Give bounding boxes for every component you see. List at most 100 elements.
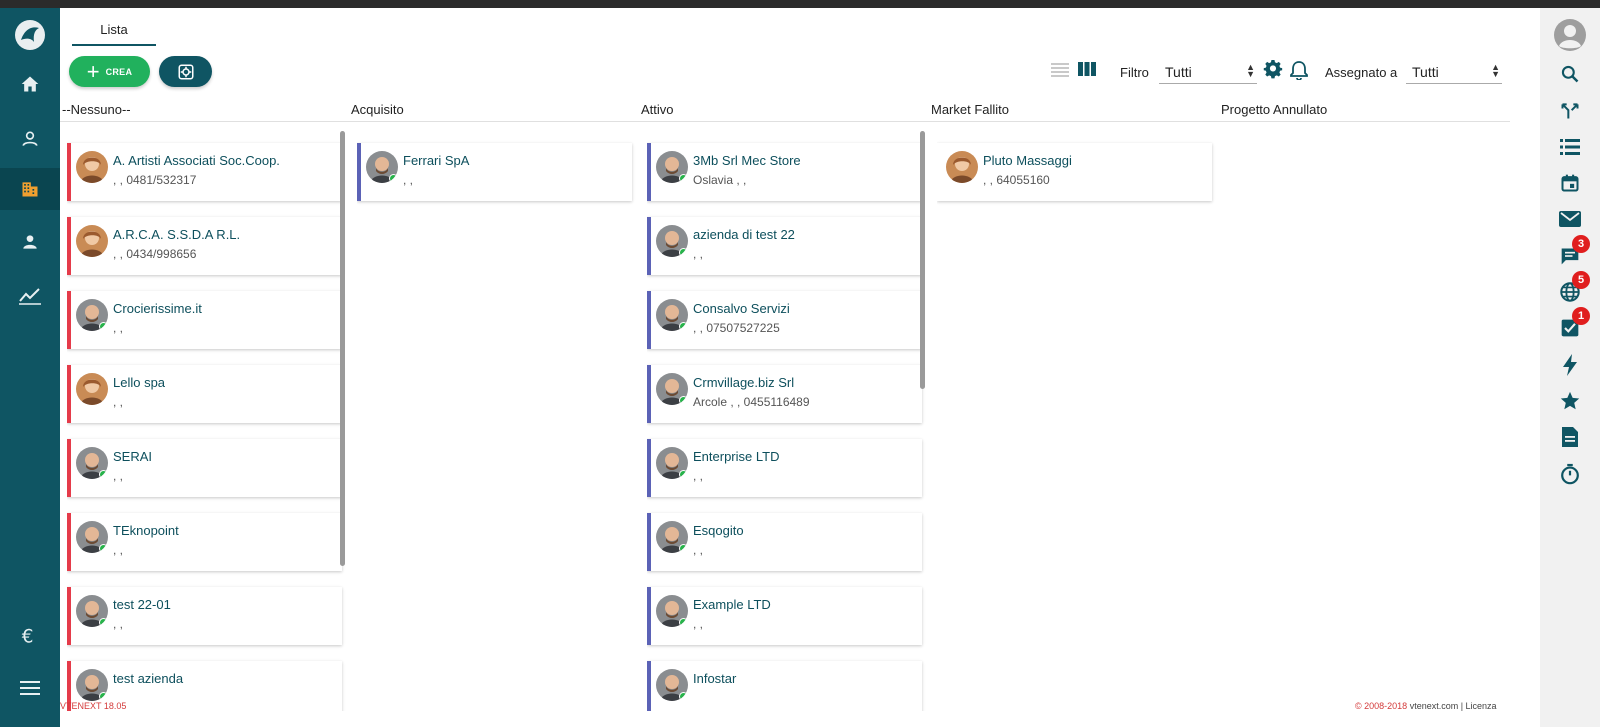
- menu-icon[interactable]: [0, 667, 60, 709]
- list-item[interactable]: Crmvillage.biz Srl Arcole , , 0455116489: [647, 365, 922, 423]
- column-scrollbar[interactable]: [340, 131, 345, 566]
- building-icon[interactable]: [0, 168, 60, 210]
- merge-icon[interactable]: [1540, 96, 1600, 126]
- star-icon[interactable]: [1540, 386, 1600, 416]
- card-details: , ,: [113, 469, 124, 483]
- globe-icon[interactable]: 5: [1540, 271, 1600, 307]
- card-name: azienda di test 22: [693, 227, 795, 242]
- search-icon[interactable]: [1540, 59, 1600, 89]
- list-item[interactable]: Crocierissime.it , ,: [67, 291, 342, 349]
- left-sidebar: €: [0, 8, 60, 727]
- column-header-market-fallito: Market Fallito: [931, 102, 1010, 117]
- user-outline-icon[interactable]: [0, 118, 60, 160]
- avatar: [946, 151, 978, 183]
- gear-icon[interactable]: [1263, 60, 1283, 85]
- list-item[interactable]: 3Mb Srl Mec Store Oslavia , ,: [647, 143, 922, 201]
- settings-button[interactable]: [159, 56, 212, 87]
- timer-icon[interactable]: [1540, 459, 1600, 489]
- assigned-label: Assegnato a: [1325, 65, 1398, 80]
- avatar: [656, 447, 688, 479]
- card-name: 3Mb Srl Mec Store: [693, 153, 801, 168]
- calendar-icon[interactable]: [1540, 168, 1600, 198]
- assigned-select-value: Tutti: [1412, 64, 1439, 80]
- task-check-icon[interactable]: 1: [1540, 307, 1600, 343]
- home-icon[interactable]: [0, 63, 60, 105]
- column-header-nessuno: --Nessuno--: [62, 102, 131, 117]
- mail-icon[interactable]: [1540, 204, 1600, 234]
- chat-badge: 3: [1572, 235, 1590, 253]
- list-item[interactable]: A. Artisti Associati Soc.Coop. , , 0481/…: [67, 143, 342, 201]
- person-icon[interactable]: [0, 221, 60, 263]
- assigned-select[interactable]: Tutti ▲ ▼: [1406, 60, 1502, 84]
- card-name: Lello spa: [113, 375, 166, 390]
- right-sidebar: 3 5 1: [1540, 8, 1600, 727]
- avatar: [76, 521, 108, 553]
- card-details: Arcole , , 0455116489: [693, 395, 810, 409]
- card-details: , ,: [693, 617, 704, 631]
- filter-select[interactable]: Tutti ▲ ▼: [1159, 60, 1257, 84]
- card-name: TEknopoint: [113, 523, 179, 538]
- select-arrows-icon: ▲ ▼: [1491, 62, 1500, 79]
- window-top-strip: [0, 0, 1600, 8]
- avatar: [76, 299, 108, 331]
- card-name: Infostar: [693, 671, 737, 686]
- card-details: Oslavia , ,: [693, 173, 747, 187]
- column-acquisito: Ferrari SpA , ,: [357, 131, 637, 711]
- column-header-progetto-annullato: Progetto Annullato: [1221, 102, 1328, 117]
- bolt-icon[interactable]: [1540, 350, 1600, 380]
- card-details: , ,: [693, 543, 704, 557]
- select-arrows-icon: ▲ ▼: [1246, 62, 1255, 79]
- list-item[interactable]: Infostar: [647, 661, 922, 711]
- list-view-icon[interactable]: [1051, 62, 1069, 83]
- document-icon[interactable]: [1540, 422, 1600, 452]
- card-name: test 22-01: [113, 597, 171, 612]
- list-item[interactable]: Ferrari SpA , ,: [357, 143, 632, 201]
- avatar: [76, 151, 108, 183]
- list-item[interactable]: azienda di test 22 , ,: [647, 217, 922, 275]
- avatar: [366, 151, 398, 183]
- list-item[interactable]: Enterprise LTD , ,: [647, 439, 922, 497]
- bell-icon[interactable]: [1290, 60, 1308, 85]
- list-item[interactable]: Example LTD , ,: [647, 587, 922, 645]
- settings-icon: [178, 64, 193, 79]
- kanban-view-icon[interactable]: [1078, 62, 1096, 83]
- footer-links[interactable]: vtenext.com | Licenza: [1410, 701, 1497, 711]
- column-scrollbar[interactable]: [920, 131, 925, 389]
- avatar: [656, 595, 688, 627]
- list-item[interactable]: Consalvo Servizi , , 07507527225: [647, 291, 922, 349]
- svg-text:€: €: [22, 626, 34, 647]
- card-details: , , 0481/532317: [113, 173, 197, 187]
- list-item[interactable]: Lello spa , ,: [67, 365, 342, 423]
- card-name: A.R.C.A. S.S.D.A R.L.: [113, 227, 241, 242]
- avatar-icon[interactable]: [1540, 18, 1600, 52]
- copyright-text: © 2008-2018: [1355, 701, 1408, 711]
- list-item[interactable]: SERAI , ,: [67, 439, 342, 497]
- card-details: , ,: [113, 321, 124, 335]
- list-item[interactable]: Esqogito , ,: [647, 513, 922, 571]
- card-name: A. Artisti Associati Soc.Coop.: [113, 153, 280, 168]
- list-item[interactable]: TEknopoint , ,: [67, 513, 342, 571]
- card-name: Consalvo Servizi: [693, 301, 790, 316]
- euro-icon[interactable]: €: [0, 615, 60, 657]
- tab-lista[interactable]: Lista: [72, 18, 156, 46]
- list-item[interactable]: A.R.C.A. S.S.D.A R.L. , , 0434/998656: [67, 217, 342, 275]
- create-button[interactable]: + CREA: [69, 56, 150, 87]
- logo-icon[interactable]: [0, 12, 60, 58]
- card-details: , , 64055160: [983, 173, 1050, 187]
- chart-line-icon[interactable]: [0, 274, 60, 316]
- column-market-fallito: Pluto Massaggi , , 64055160: [937, 131, 1227, 711]
- filter-select-value: Tutti: [1165, 64, 1192, 80]
- card-details: , , 0434/998656: [113, 247, 197, 261]
- version-label: VTENEXT 18.05: [60, 701, 127, 711]
- list-item[interactable]: test 22-01 , ,: [67, 587, 342, 645]
- list-item[interactable]: Pluto Massaggi , , 64055160: [937, 143, 1212, 201]
- column-header-acquisito: Acquisito: [351, 102, 404, 117]
- chat-icon[interactable]: 3: [1540, 235, 1600, 271]
- card-details: , ,: [693, 247, 704, 261]
- card-details: , , 07507527225: [693, 321, 780, 335]
- list-icon[interactable]: [1540, 132, 1600, 162]
- globe-badge: 5: [1572, 271, 1590, 289]
- column-attivo: 3Mb Srl Mec Store Oslavia , , azienda di…: [647, 131, 937, 711]
- avatar: [656, 225, 688, 257]
- card-name: Example LTD: [693, 597, 771, 612]
